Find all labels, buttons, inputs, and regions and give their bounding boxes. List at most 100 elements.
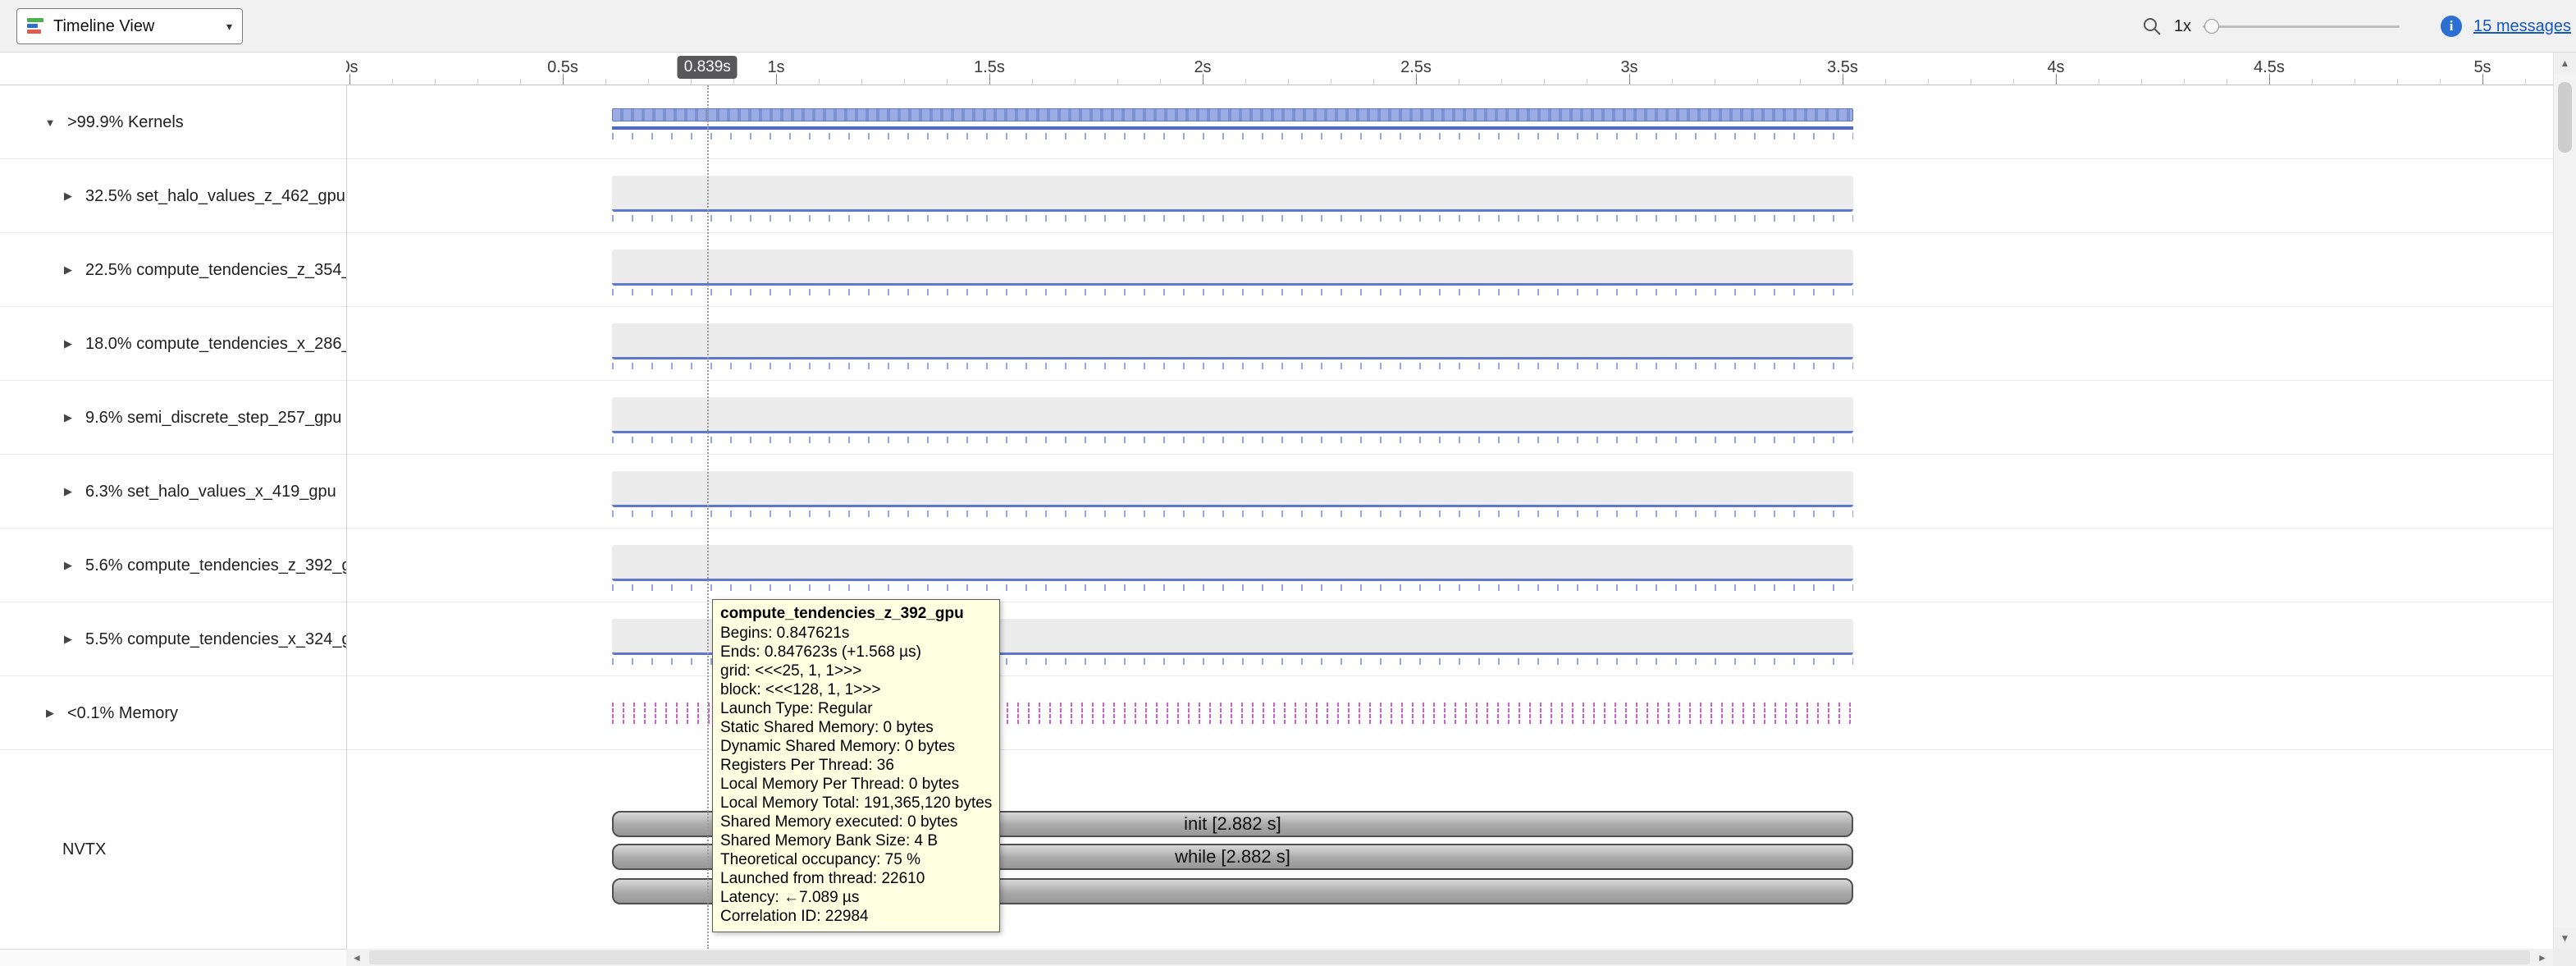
tooltip-line: Dynamic Shared Memory: 0 bytes <box>720 737 992 756</box>
chevron-collapsed-icon[interactable]: ▶ <box>61 559 75 572</box>
scroll-down-button[interactable]: ▼ <box>2554 927 2576 949</box>
tree-row-compute-tendencies-z-392-gpu[interactable]: ▶5.6% compute_tendencies_z_392_gpu <box>0 529 346 602</box>
kernel-lane-semi-discrete-step-257-gpu[interactable] <box>612 397 1853 433</box>
chevron-collapsed-icon[interactable]: ▶ <box>61 633 75 646</box>
tooltip-line: Theoretical occupancy: 75 % <box>720 850 992 869</box>
view-selector-label: Timeline View <box>53 17 154 36</box>
tree-row-set-halo-values-z-462-gpu[interactable]: ▶ 32.5% set_halo_values_z_462_gpu <box>0 159 346 233</box>
ruler-tick-label: 0s <box>346 58 359 77</box>
horizontal-scrollbar[interactable]: ◄ ► <box>346 949 2553 966</box>
tree-row-compute-tendencies-x-286-gpu[interactable]: ▶ 18.0% compute_tendencies_x_286_gpu <box>0 307 346 381</box>
kernels-summary-line <box>612 126 1853 130</box>
row-separator <box>0 158 2553 159</box>
kernel-instance-ticks <box>612 133 1853 140</box>
time-marker-line <box>707 85 709 949</box>
messages-link[interactable]: 15 messages <box>2473 17 2571 36</box>
chevron-collapsed-icon[interactable]: ▶ <box>61 485 75 498</box>
scroll-up-button[interactable]: ▲ <box>2554 53 2576 74</box>
chevron-collapsed-icon[interactable]: ▶ <box>61 263 75 277</box>
timeline-ruler[interactable]: 0.839s 0s0.5s1s1.5s2s2.5s3s3.5s4s4.5s5s <box>346 53 2553 85</box>
ruler-tick-label: 3s <box>1620 58 1637 77</box>
vertical-scrollbar[interactable]: ▲ ▼ <box>2553 53 2576 949</box>
chevron-collapsed-icon[interactable]: ▶ <box>61 411 75 424</box>
kernels-summary-bar[interactable] <box>612 108 1853 121</box>
row-separator <box>0 380 2553 381</box>
view-selector-dropdown[interactable]: Timeline View ▾ <box>16 8 243 44</box>
row-label: 18.0% compute_tendencies_x_286_gpu <box>85 335 346 354</box>
chevron-expanded-icon[interactable]: ▼ <box>43 117 57 129</box>
scroll-left-button[interactable]: ◄ <box>346 949 368 966</box>
scroll-right-button[interactable]: ► <box>2532 949 2553 966</box>
kernel-lane-compute-tendencies-z-392-gpu[interactable] <box>612 545 1853 581</box>
kernel-instance-ticks <box>612 289 1853 295</box>
toolbar: Timeline View ▾ 1x i 15 messages <box>0 0 2576 53</box>
tree-row-set-halo-values-x-419-gpu[interactable]: ▶6.3% set_halo_values_x_419_gpu <box>0 455 346 529</box>
zoom-slider[interactable] <box>2203 19 2400 34</box>
row-separator <box>0 528 2553 529</box>
ruler-tick-label: 5s <box>2473 58 2491 77</box>
tooltip-lines: Begins: 0.847621sEnds: 0.847623s (+1.568… <box>720 624 992 926</box>
kernel-lane-set-halo-values-x-419-gpu[interactable] <box>612 471 1853 507</box>
tooltip-line: Launched from thread: 22610 <box>720 869 992 888</box>
toolbar-right-controls: 1x i 15 messages <box>2141 0 2571 53</box>
zoom-slider-track[interactable] <box>2203 25 2400 28</box>
kernel-tooltip: compute_tendencies_z_392_gpu Begins: 0.8… <box>712 599 1000 932</box>
kernel-instance-ticks <box>612 437 1853 443</box>
tooltip-line: grid: <<<25, 1, 1>>> <box>720 662 992 680</box>
chevron-collapsed-icon[interactable]: ▶ <box>61 337 75 350</box>
kernel-instance-ticks <box>612 584 1853 591</box>
row-label: 32.5% set_halo_values_z_462_gpu <box>85 187 345 206</box>
info-icon[interactable]: i <box>2441 16 2462 37</box>
row-separator <box>0 749 2553 750</box>
ruler-tick-label: 3.5s <box>1827 58 1858 77</box>
kernel-lane-compute-tendencies-z-354-gpu[interactable] <box>612 250 1853 286</box>
kernel-lane-compute-tendencies-x-286-gpu[interactable] <box>612 323 1853 359</box>
zoom-slider-thumb[interactable] <box>2204 19 2219 34</box>
ruler-tick-label: 4.5s <box>2254 58 2285 77</box>
nvtx-label: NVTX <box>62 840 106 859</box>
chevron-down-icon: ▾ <box>226 20 232 34</box>
row-separator <box>0 232 2553 233</box>
chevron-collapsed-icon[interactable]: ▶ <box>43 707 57 720</box>
tree-row-kernels[interactable]: ▼ >99.9% Kernels <box>0 85 346 159</box>
tooltip-line: Static Shared Memory: 0 bytes <box>720 718 992 737</box>
tooltip-line: Correlation ID: 22984 <box>720 907 992 926</box>
ruler-tick-label: 2.5s <box>1400 58 1432 77</box>
nsight-timeline-window: Timeline View ▾ 1x i 15 messages 0.839s … <box>0 0 2576 966</box>
horizontal-scrollbar-thumb[interactable] <box>369 950 2530 964</box>
zoom-magnifier-icon[interactable] <box>2141 16 2163 37</box>
tree-row-semi-discrete-step-257-gpu[interactable]: ▶ 9.6% semi_discrete_step_257_gpu <box>0 381 346 455</box>
panel-divider[interactable] <box>346 53 347 949</box>
tooltip-line: Begins: 0.847621s <box>720 624 992 643</box>
row-label: 5.5% compute_tendencies_x_324_gpu <box>85 630 346 649</box>
tooltip-line: Shared Memory Bank Size: 4 B <box>720 831 992 850</box>
tooltip-line: Registers Per Thread: 36 <box>720 756 992 775</box>
tree-row-compute-tendencies-z-354-gpu[interactable]: ▶ 22.5% compute_tendencies_z_354_gpu <box>0 233 346 307</box>
tooltip-line: Local Memory Total: 191,365,120 bytes <box>720 794 992 813</box>
zoom-level-label: 1x <box>2174 17 2191 36</box>
chevron-collapsed-icon[interactable]: ▶ <box>61 190 75 203</box>
ruler-tick-label: 2s <box>1194 58 1211 77</box>
row-separator <box>0 675 2553 676</box>
vertical-scrollbar-thumb[interactable] <box>2558 82 2572 153</box>
nvtx-section-label[interactable]: NVTX <box>0 750 346 949</box>
ruler-tick-label: 4s <box>2047 58 2064 77</box>
row-label: 9.6% semi_discrete_step_257_gpu <box>85 409 341 428</box>
ruler-tick-label: 1.5s <box>974 58 1005 77</box>
row-label: 22.5% compute_tendencies_z_354_gpu <box>85 261 346 280</box>
tooltip-line: Launch Type: Regular <box>720 699 992 718</box>
row-label: >99.9% Kernels <box>67 113 184 132</box>
kernel-instance-ticks <box>612 510 1853 517</box>
tree-row-memory[interactable]: ▶ <0.1% Memory <box>0 676 346 750</box>
row-label: <0.1% Memory <box>67 704 178 723</box>
tooltip-line: Shared Memory executed: 0 bytes <box>720 813 992 831</box>
kernel-lane-set-halo-values-z-462-gpu[interactable] <box>612 176 1853 212</box>
tooltip-line: block: <<<128, 1, 1>>> <box>720 680 992 699</box>
ruler-tick-label: 0.5s <box>547 58 578 77</box>
tree-row-compute-tendencies-x-324-gpu[interactable]: ▶ 5.5% compute_tendencies_x_324_gpu <box>0 602 346 676</box>
kernel-instance-ticks <box>612 363 1853 369</box>
kernel-instance-ticks <box>612 215 1853 222</box>
tooltip-line: Local Memory Per Thread: 0 bytes <box>720 775 992 794</box>
tooltip-line: Latency: ←7.089 µs <box>720 888 992 907</box>
row-separator <box>0 454 2553 455</box>
